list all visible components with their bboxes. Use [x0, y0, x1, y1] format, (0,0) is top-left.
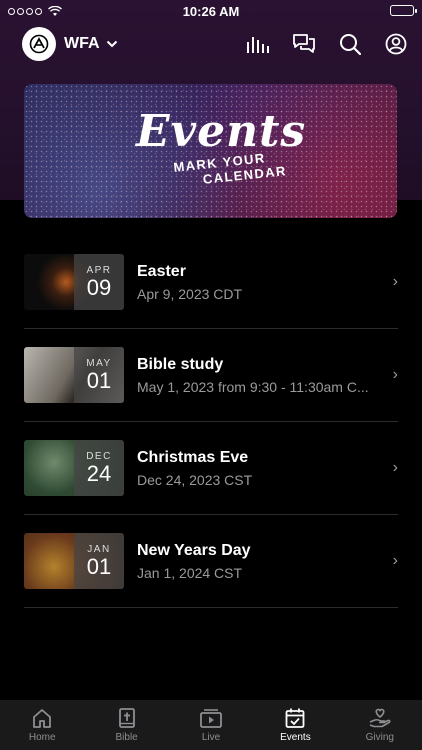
- event-day: 01: [86, 553, 112, 579]
- tab-events-label: Events: [280, 732, 311, 743]
- tab-home-label: Home: [28, 732, 56, 743]
- battery-icon: [390, 5, 417, 16]
- event-day: 24: [86, 460, 112, 486]
- event-title: Easter: [137, 262, 186, 280]
- event-thumbnail: JAN 01: [24, 533, 124, 589]
- events-banner: Events MARK YOUR CALENDAR: [24, 84, 397, 218]
- event-day: 09: [86, 274, 112, 300]
- event-date-badge: MAY 01: [74, 347, 124, 403]
- giving-icon: [369, 708, 391, 728]
- events-list: APR 09 Easter Apr 9, 2023 CDT › MAY 01 B…: [24, 236, 398, 608]
- audio-bars-icon: [247, 37, 269, 53]
- chat-button[interactable]: [292, 32, 316, 56]
- tab-giving-label: Giving: [365, 732, 394, 743]
- search-button[interactable]: [338, 32, 362, 56]
- event-title: New Years Day: [137, 541, 251, 559]
- broadcast-logo-icon: [29, 34, 49, 54]
- calendar-icon: [286, 708, 305, 728]
- tab-live[interactable]: Live: [169, 700, 253, 750]
- bottom-tab-bar: Home Bible Live Events Giving: [0, 700, 422, 750]
- event-month: DEC: [86, 450, 112, 462]
- event-date-badge: JAN 01: [74, 533, 124, 589]
- event-date: Jan 1, 2024 CST: [137, 564, 243, 581]
- chevron-down-icon: [106, 40, 117, 48]
- org-logo[interactable]: [22, 27, 56, 61]
- search-icon: [340, 34, 361, 55]
- chevron-right-icon: ›: [392, 459, 398, 476]
- org-name: WFA: [64, 35, 100, 52]
- live-icon: [200, 709, 222, 728]
- chevron-right-icon: ›: [392, 552, 398, 569]
- event-thumbnail: DEC 24: [24, 440, 124, 496]
- tab-home[interactable]: Home: [0, 700, 84, 750]
- event-day: 01: [86, 367, 112, 393]
- event-thumbnail: MAY 01: [24, 347, 124, 403]
- profile-icon: [385, 33, 407, 55]
- event-thumbnail: APR 09: [24, 254, 124, 310]
- event-date: Dec 24, 2023 CST: [137, 471, 253, 488]
- tab-live-label: Live: [201, 732, 221, 743]
- event-row-bible-study[interactable]: MAY 01 Bible study May 1, 2023 from 9:30…: [24, 329, 398, 422]
- app-header: WFA: [0, 26, 422, 62]
- event-title: Bible study: [137, 355, 224, 373]
- chevron-right-icon: ›: [392, 366, 398, 383]
- tab-bible[interactable]: Bible: [84, 700, 168, 750]
- event-row-christmas-eve[interactable]: DEC 24 Christmas Eve Dec 24, 2023 CST ›: [24, 422, 398, 515]
- tab-bible-label: Bible: [115, 732, 138, 743]
- profile-button[interactable]: [384, 32, 408, 56]
- chat-icon: [293, 34, 315, 53]
- event-month: MAY: [86, 357, 112, 369]
- org-switcher[interactable]: WFA: [64, 35, 118, 53]
- tab-events[interactable]: Events: [253, 700, 337, 750]
- status-time: 10:26 AM: [182, 4, 240, 19]
- status-bar: 10:26 AM: [0, 0, 422, 22]
- chevron-right-icon: ›: [392, 273, 398, 290]
- event-date: Apr 9, 2023 CDT: [137, 285, 243, 302]
- event-title: Christmas Eve: [137, 448, 249, 466]
- home-icon: [33, 709, 52, 728]
- event-date-badge: APR 09: [74, 254, 124, 310]
- event-row-new-years-day[interactable]: JAN 01 New Years Day Jan 1, 2024 CST ›: [24, 515, 398, 608]
- event-row-easter[interactable]: APR 09 Easter Apr 9, 2023 CDT ›: [24, 236, 398, 329]
- tab-giving[interactable]: Giving: [338, 700, 422, 750]
- bible-icon: [118, 708, 135, 728]
- event-month: APR: [86, 264, 112, 276]
- event-month: JAN: [87, 543, 111, 555]
- event-date-badge: DEC 24: [74, 440, 124, 496]
- event-date: May 1, 2023 from 9:30 - 11:30am C...: [137, 378, 369, 395]
- audio-bars-button[interactable]: [246, 32, 270, 56]
